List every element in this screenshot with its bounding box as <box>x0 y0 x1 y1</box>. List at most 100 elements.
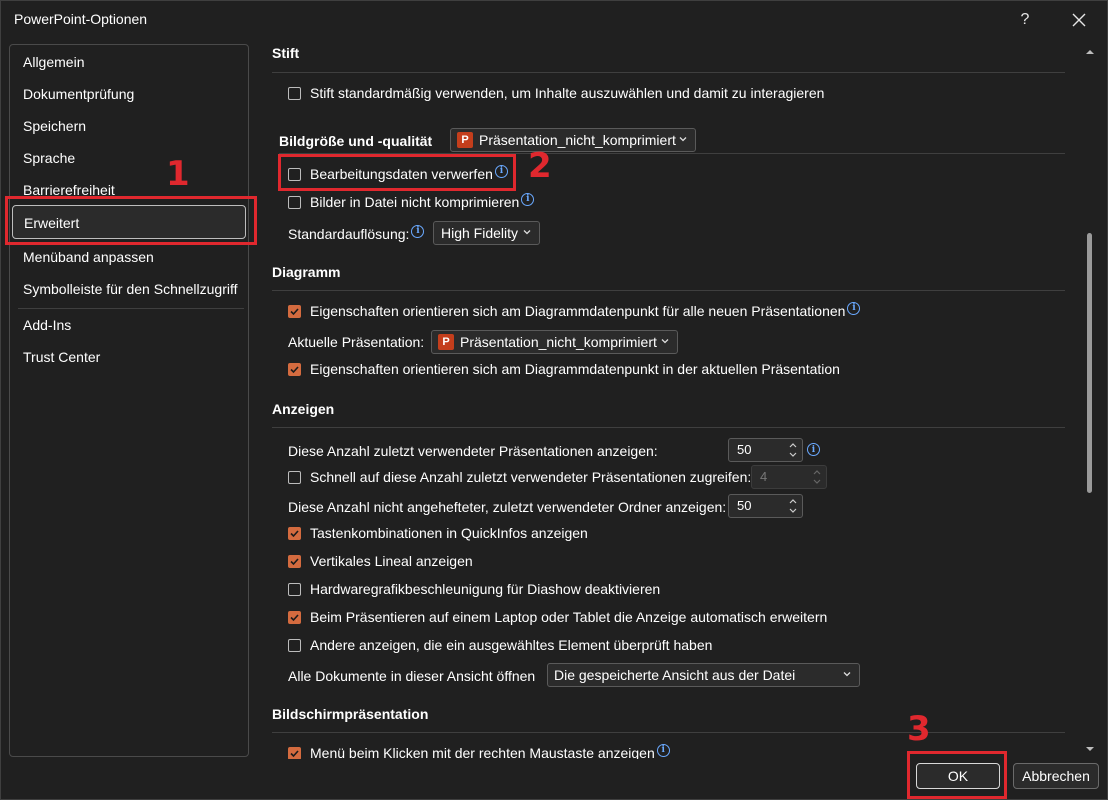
options-dialog: PowerPoint-Optionen ? Allgemein Dokument… <box>0 0 1108 800</box>
category-sidebar: Allgemein Dokumentprüfung Speichern Spra… <box>9 44 249 757</box>
sidebar-item-add-ins[interactable]: Add-Ins <box>10 310 248 340</box>
chevron-down-icon <box>523 230 531 235</box>
powerpoint-file-icon: P <box>457 132 473 148</box>
context-menu-label: Menü beim Klicken mit der rechten Mausta… <box>310 745 655 759</box>
annotation-box-1 <box>5 196 257 245</box>
shortcuts-label: Tastenkombinationen in QuickInfos anzeig… <box>310 525 588 541</box>
extend-display-option[interactable]: Beim Präsentieren auf einem Laptop oder … <box>288 608 827 626</box>
no-compress-label: Bilder in Datei nicht komprimieren <box>310 194 520 210</box>
sidebar-item-menueband-anpassen[interactable]: Menüband anpassen <box>10 242 248 272</box>
annotation-number-3: 3 <box>907 709 931 749</box>
checkmark-icon <box>290 529 299 537</box>
extend-display-label: Beim Präsentieren auf einem Laptop oder … <box>310 609 828 625</box>
quick-access-value: 4 <box>760 469 768 484</box>
resolution-value: High Fidelity <box>441 225 519 241</box>
no-compress-checkbox[interactable] <box>288 195 301 209</box>
sidebar-item-dokumentpruefung[interactable]: Dokumentprüfung <box>10 79 248 109</box>
current-presentation-value: Präsentation_nicht_komprimiert <box>460 334 657 350</box>
sidebar-item-speichern[interactable]: Speichern <box>10 111 248 141</box>
chevron-down-icon <box>661 339 669 344</box>
recent-presentations-value: 50 <box>737 442 752 457</box>
current-presentation-combo[interactable]: P Präsentation_nicht_komprimiert <box>431 330 678 354</box>
scroll-down-icon[interactable] <box>1080 742 1100 756</box>
show-reviewers-checkbox[interactable] <box>288 638 301 652</box>
close-icon <box>1072 13 1086 27</box>
use-pen-option[interactable]: Stift standardmäßig verwenden, um Inhalt… <box>288 84 824 102</box>
use-pen-checkbox[interactable] <box>288 86 301 100</box>
show-reviewers-option[interactable]: Andere anzeigen, die ein ausgewähltes El… <box>288 636 712 654</box>
chart-props-new-checkbox[interactable] <box>288 304 301 318</box>
vertical-ruler-label: Vertikales Lineal anzeigen <box>310 553 473 569</box>
hw-acceleration-label: Hardwaregrafikbeschleunigung für Diashow… <box>310 581 661 597</box>
chart-props-new-option[interactable]: Eigenschaften orientieren sich am Diagra… <box>288 301 861 320</box>
section-heading-stift: Stift <box>272 45 300 61</box>
checkmark-icon <box>290 749 299 757</box>
info-icon: i <box>411 224 425 238</box>
open-view-row: Alle Dokumente in dieser Ansicht öffnen <box>288 667 535 685</box>
recent-presentations-row: Diese Anzahl zuletzt verwendeter Präsent… <box>288 442 658 460</box>
chart-props-current-checkbox[interactable] <box>288 362 301 376</box>
image-file-combo[interactable]: P Präsentation_nicht_komprimiert <box>450 128 696 152</box>
powerpoint-file-icon: P <box>438 334 454 350</box>
scrollbar-thumb[interactable] <box>1087 233 1092 493</box>
options-content: Stift Stift standardmäßig verwenden, um … <box>259 39 1074 759</box>
info-icon: i <box>847 301 861 315</box>
resolution-label: Standardauflösung: <box>288 226 410 242</box>
ok-button[interactable]: OK <box>916 763 1000 789</box>
context-menu-option[interactable]: Menü beim Klicken mit der rechten Mausta… <box>288 743 670 759</box>
recent-folders-label: Diese Anzahl nicht angehefteter, zuletzt… <box>288 499 727 515</box>
vertical-ruler-option[interactable]: Vertikales Lineal anzeigen <box>288 552 473 570</box>
section-divider <box>272 290 1065 291</box>
chevron-down-icon <box>679 137 687 142</box>
section-heading-bildgroesse: Bildgröße und -qualität <box>279 133 433 149</box>
shortcuts-option[interactable]: Tastenkombinationen in QuickInfos anzeig… <box>288 524 588 542</box>
no-compress-option[interactable]: Bilder in Datei nicht komprimieren i <box>288 192 535 211</box>
help-button[interactable]: ? <box>1005 5 1045 35</box>
recent-folders-value: 50 <box>737 498 752 513</box>
spinner-arrows-icon[interactable] <box>788 497 798 515</box>
recent-presentations-label: Diese Anzahl zuletzt verwendeter Präsent… <box>288 443 658 459</box>
chart-props-current-option[interactable]: Eigenschaften orientieren sich am Diagra… <box>288 360 840 378</box>
current-presentation-label: Aktuelle Präsentation: <box>288 334 425 350</box>
vertical-ruler-checkbox[interactable] <box>288 554 301 568</box>
quick-access-option[interactable]: Schnell auf diese Anzahl zuletzt verwend… <box>288 468 751 486</box>
annotation-box-2 <box>278 154 516 191</box>
chart-props-new-label: Eigenschaften orientieren sich am Diagra… <box>310 303 846 319</box>
context-menu-checkbox[interactable] <box>288 746 301 759</box>
chart-props-current-label: Eigenschaften orientieren sich am Diagra… <box>310 361 840 377</box>
spinner-arrows-icon[interactable] <box>788 441 798 459</box>
section-heading-anzeigen: Anzeigen <box>272 401 335 417</box>
checkmark-icon <box>290 365 299 373</box>
shortcuts-checkbox[interactable] <box>288 526 301 540</box>
section-heading-diagramm: Diagramm <box>272 264 341 280</box>
cancel-button[interactable]: Abbrechen <box>1013 763 1099 789</box>
checkmark-icon <box>290 307 299 315</box>
sidebar-item-allgemein[interactable]: Allgemein <box>10 47 248 77</box>
section-divider <box>272 72 1065 73</box>
scroll-up-icon[interactable] <box>1080 45 1100 59</box>
annotation-number-1: 1 <box>166 154 190 194</box>
window-title: PowerPoint-Optionen <box>14 11 148 27</box>
quick-access-checkbox[interactable] <box>288 470 301 484</box>
content-scrollbar[interactable] <box>1080 45 1100 757</box>
sidebar-item-trust-center[interactable]: Trust Center <box>10 342 248 372</box>
open-view-value: Die gespeicherte Ansicht aus der Datei <box>554 667 796 683</box>
section-divider <box>272 732 1065 733</box>
open-view-select[interactable]: Die gespeicherte Ansicht aus der Datei <box>547 663 860 687</box>
show-reviewers-label: Andere anzeigen, die ein ausgewähltes El… <box>310 637 713 653</box>
hw-acceleration-checkbox[interactable] <box>288 582 301 596</box>
use-pen-label: Stift standardmäßig verwenden, um Inhalt… <box>310 85 825 101</box>
title-bar: PowerPoint-Optionen ? <box>1 1 1107 39</box>
annotation-number-2: 2 <box>528 146 552 186</box>
hw-acceleration-option[interactable]: Hardwaregrafikbeschleunigung für Diashow… <box>288 580 660 598</box>
recent-folders-spinner[interactable]: 50 <box>728 494 803 518</box>
sidebar-item-sprache[interactable]: Sprache <box>10 143 248 173</box>
extend-display-checkbox[interactable] <box>288 610 301 624</box>
section-divider <box>272 427 1065 428</box>
close-button[interactable] <box>1059 5 1099 35</box>
current-presentation-row: Aktuelle Präsentation: <box>288 333 424 351</box>
quick-access-spinner: 4 <box>751 465 827 489</box>
sidebar-item-schnellzugriff[interactable]: Symbolleiste für den Schnellzugriff <box>10 274 248 304</box>
recent-presentations-spinner[interactable]: 50 <box>728 438 803 462</box>
resolution-select[interactable]: High Fidelity <box>433 221 540 245</box>
